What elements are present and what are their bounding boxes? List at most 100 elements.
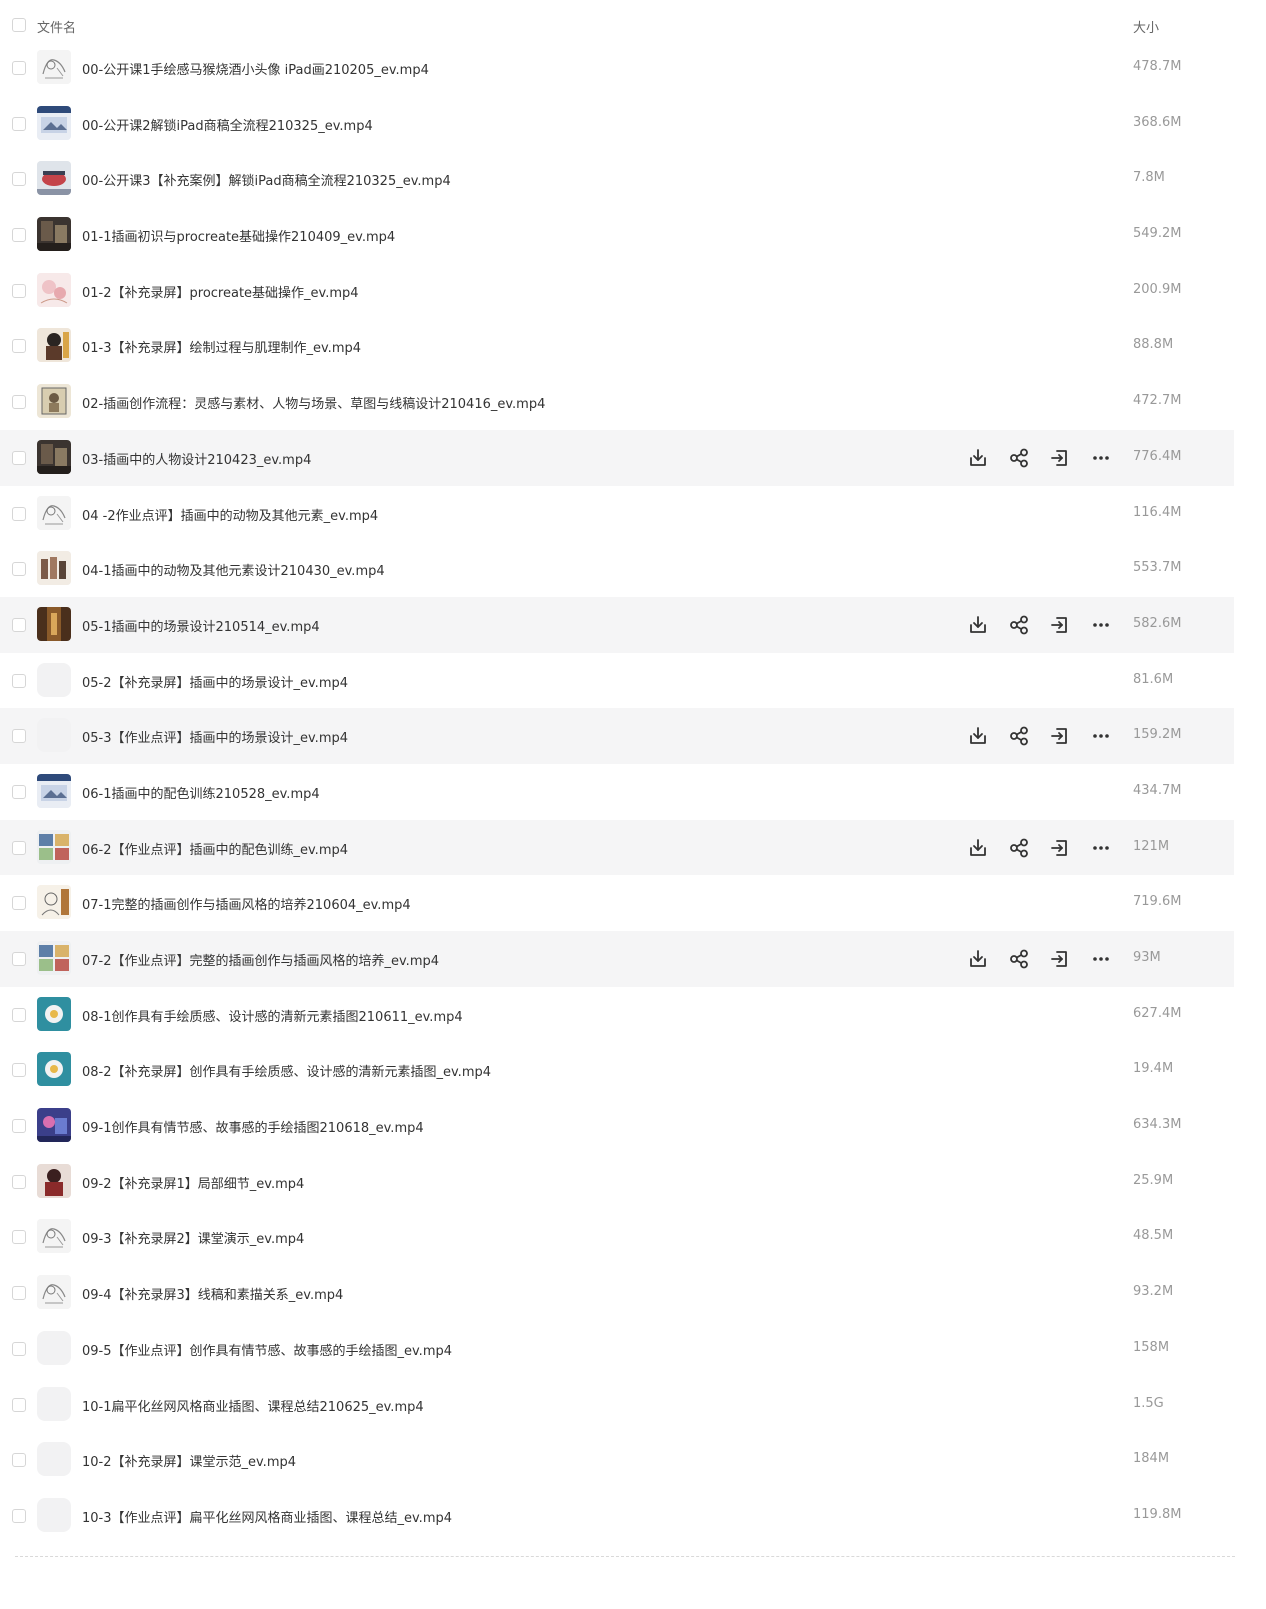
file-name[interactable]: 08-2【补充录屏】创作具有手绘质感、设计感的清新元素插图_ev.mp4: [82, 1061, 491, 1080]
video-thumbnail[interactable]: [37, 551, 71, 586]
move-button[interactable]: [1048, 446, 1072, 470]
file-row[interactable]: 05-3【作业点评】插画中的场景设计_ev.mp4 159.2M: [0, 708, 1234, 764]
file-name[interactable]: 00-公开课3【补充案例】解锁iPad商稿全流程210325_ev.mp4: [82, 170, 451, 189]
file-name[interactable]: 05-1插画中的场景设计210514_ev.mp4: [82, 616, 320, 635]
file-row[interactable]: 01-3【补充录屏】绘制过程与肌理制作_ev.mp4 88.8M: [0, 318, 1234, 374]
video-thumbnail[interactable]: [37, 1163, 71, 1198]
file-row[interactable]: 06-2【作业点评】插画中的配色训练_ev.mp4 121M: [0, 819, 1234, 876]
video-thumbnail[interactable]: [37, 272, 71, 307]
download-button[interactable]: [966, 724, 990, 748]
file-row[interactable]: 09-3【补充录屏2】课堂演示_ev.mp4 48.5M: [0, 1209, 1234, 1265]
file-row[interactable]: 02-插画创作流程：灵感与素材、人物与场景、草图与线稿设计210416_ev.m…: [0, 374, 1234, 430]
file-checkbox[interactable]: [12, 283, 26, 298]
file-row[interactable]: 01-1插画初识与procreate基础操作210409_ev.mp4 549.2…: [0, 207, 1234, 263]
video-thumbnail[interactable]: [37, 495, 71, 530]
file-name[interactable]: 04-1插画中的动物及其他元素设计210430_ev.mp4: [82, 560, 385, 579]
video-thumbnail-placeholder[interactable]: [37, 718, 71, 753]
video-thumbnail[interactable]: [37, 161, 71, 196]
file-checkbox[interactable]: [12, 1341, 26, 1356]
file-name[interactable]: 01-1插画初识与procreate基础操作210409_ev.mp4: [82, 226, 395, 245]
file-name[interactable]: 03-插画中的人物设计210423_ev.mp4: [82, 449, 311, 468]
download-button[interactable]: [966, 947, 990, 971]
file-name[interactable]: 10-2【补充录屏】课堂示范_ev.mp4: [82, 1451, 296, 1470]
file-row[interactable]: 10-3【作业点评】扁平化丝网风格商业插图、课程总结_ev.mp4 119.8M: [0, 1488, 1234, 1544]
file-checkbox[interactable]: [12, 395, 26, 410]
video-thumbnail[interactable]: [37, 105, 71, 140]
file-row[interactable]: 00-公开课3【补充案例】解锁iPad商稿全流程210325_ev.mp4 7.8…: [0, 151, 1234, 207]
file-checkbox[interactable]: [12, 1119, 26, 1134]
share-button[interactable]: [1007, 724, 1031, 748]
file-name[interactable]: 00-公开课2解锁iPad商稿全流程210325_ev.mp4: [82, 115, 373, 134]
move-button[interactable]: [1048, 724, 1072, 748]
file-name[interactable]: 05-3【作业点评】插画中的场景设计_ev.mp4: [82, 727, 348, 746]
file-name[interactable]: 09-2【补充录屏1】局部细节_ev.mp4: [82, 1173, 304, 1192]
move-button[interactable]: [1048, 836, 1072, 860]
share-button[interactable]: [1007, 836, 1031, 860]
file-row[interactable]: 07-2【作业点评】完整的插画创作与插画风格的培养_ev.mp4 93M: [0, 931, 1234, 987]
video-thumbnail[interactable]: [37, 1108, 71, 1143]
video-thumbnail[interactable]: [37, 439, 71, 474]
file-name[interactable]: 09-3【补充录屏2】课堂演示_ev.mp4: [82, 1228, 304, 1247]
file-name[interactable]: 07-1完整的插画创作与插画风格的培养210604_ev.mp4: [82, 894, 411, 913]
file-row[interactable]: 09-2【补充录屏1】局部细节_ev.mp4 25.9M: [0, 1154, 1234, 1210]
file-name[interactable]: 05-2【补充录屏】插画中的场景设计_ev.mp4: [82, 672, 348, 691]
share-button[interactable]: [1007, 446, 1031, 470]
file-checkbox[interactable]: [12, 339, 26, 354]
share-button[interactable]: [1007, 613, 1031, 637]
video-thumbnail[interactable]: [37, 606, 71, 641]
file-checkbox[interactable]: [12, 1174, 26, 1189]
file-checkbox[interactable]: [12, 1453, 26, 1468]
file-row[interactable]: 08-2【补充录屏】创作具有手绘质感、设计感的清新元素插图_ev.mp4 19.4…: [0, 1042, 1234, 1098]
file-checkbox[interactable]: [12, 784, 26, 799]
file-checkbox[interactable]: [12, 952, 26, 966]
file-row[interactable]: 06-1插画中的配色训练210528_ev.mp4 434.7M: [0, 764, 1234, 820]
file-checkbox[interactable]: [12, 1397, 26, 1412]
file-checkbox[interactable]: [12, 1007, 26, 1022]
file-row[interactable]: 00-公开课2解锁iPad商稿全流程210325_ev.mp4 368.6M: [0, 96, 1234, 152]
select-all-checkbox[interactable]: [12, 18, 26, 32]
file-name[interactable]: 10-1扁平化丝网风格商业插图、课程总结210625_ev.mp4: [82, 1396, 424, 1415]
file-row[interactable]: 03-插画中的人物设计210423_ev.mp4 776.4M: [0, 429, 1234, 486]
file-checkbox[interactable]: [12, 228, 26, 243]
file-row[interactable]: 07-1完整的插画创作与插画风格的培养210604_ev.mp4 719.6M: [0, 875, 1234, 931]
more-button[interactable]: [1089, 836, 1113, 860]
more-button[interactable]: [1089, 947, 1113, 971]
file-name[interactable]: 09-1创作具有情节感、故事感的手绘插图210618_ev.mp4: [82, 1117, 424, 1136]
file-row[interactable]: 05-1插画中的场景设计210514_ev.mp4 582.6M: [0, 596, 1234, 653]
video-thumbnail[interactable]: [37, 773, 71, 808]
move-button[interactable]: [1048, 947, 1072, 971]
file-checkbox[interactable]: [12, 506, 26, 521]
download-button[interactable]: [966, 836, 990, 860]
file-name[interactable]: 04 -2作业点评】插画中的动物及其他元素_ev.mp4: [82, 505, 378, 524]
file-row[interactable]: 09-5【作业点评】创作具有情节感、故事感的手绘插图_ev.mp4 158M: [0, 1321, 1234, 1377]
file-row[interactable]: 09-1创作具有情节感、故事感的手绘插图210618_ev.mp4 634.3M: [0, 1098, 1234, 1154]
file-name[interactable]: 06-1插画中的配色训练210528_ev.mp4: [82, 783, 320, 802]
video-thumbnail[interactable]: [37, 885, 71, 920]
file-name[interactable]: 01-2【补充录屏】procreate基础操作_ev.mp4: [82, 282, 359, 301]
file-checkbox[interactable]: [12, 116, 26, 131]
file-name[interactable]: 10-3【作业点评】扁平化丝网风格商业插图、课程总结_ev.mp4: [82, 1507, 452, 1526]
file-row[interactable]: 09-4【补充录屏3】线稿和素描关系_ev.mp4 93.2M: [0, 1265, 1234, 1321]
move-button[interactable]: [1048, 613, 1072, 637]
file-checkbox[interactable]: [12, 1230, 26, 1245]
file-checkbox[interactable]: [12, 673, 26, 688]
file-checkbox[interactable]: [12, 450, 26, 465]
video-thumbnail[interactable]: [37, 217, 71, 252]
column-header-size[interactable]: 大小: [1133, 17, 1159, 36]
more-button[interactable]: [1089, 724, 1113, 748]
video-thumbnail[interactable]: [37, 1219, 71, 1254]
more-button[interactable]: [1089, 446, 1113, 470]
file-row[interactable]: 10-1扁平化丝网风格商业插图、课程总结210625_ev.mp4 1.5G: [0, 1377, 1234, 1433]
file-name[interactable]: 09-4【补充录屏3】线稿和素描关系_ev.mp4: [82, 1284, 343, 1303]
video-thumbnail-placeholder[interactable]: [37, 1497, 71, 1532]
file-row[interactable]: 00-公开课1手绘感马猴烧酒小头像 iPad画210205_ev.mp4 478.…: [0, 40, 1234, 96]
video-thumbnail[interactable]: [37, 328, 71, 363]
file-checkbox[interactable]: [12, 840, 26, 855]
video-thumbnail[interactable]: [37, 1275, 71, 1310]
video-thumbnail-placeholder[interactable]: [37, 1442, 71, 1477]
file-name[interactable]: 09-5【作业点评】创作具有情节感、故事感的手绘插图_ev.mp4: [82, 1340, 452, 1359]
file-checkbox[interactable]: [12, 1286, 26, 1301]
file-name[interactable]: 08-1创作具有手绘质感、设计感的清新元素插图210611_ev.mp4: [82, 1006, 463, 1025]
file-row[interactable]: 04 -2作业点评】插画中的动物及其他元素_ev.mp4 116.4M: [0, 486, 1234, 542]
download-button[interactable]: [966, 613, 990, 637]
